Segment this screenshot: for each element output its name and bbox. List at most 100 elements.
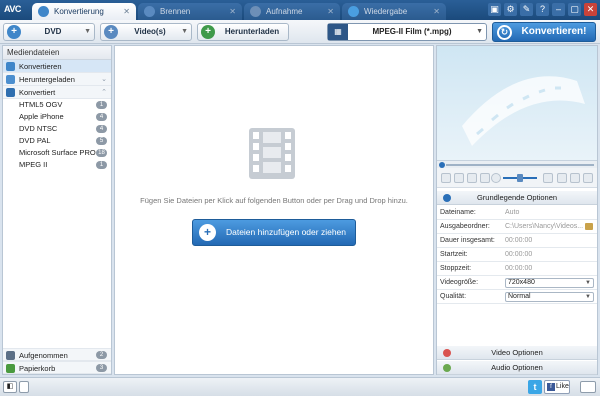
list-item[interactable]: HTML5 OGV 1 (3, 99, 111, 111)
prev-frame-icon[interactable] (467, 173, 477, 183)
maximize-icon[interactable]: ▢ (568, 3, 581, 16)
video-size-value: 720x480 (508, 279, 535, 286)
quality-select[interactable]: Normal ▼ (505, 292, 594, 302)
chevron-down-icon: ▼ (476, 28, 483, 35)
twitter-icon[interactable]: t (528, 380, 542, 394)
prop-video-size[interactable]: Videogröße: 720x480 ▼ (437, 276, 597, 290)
add-videos-button[interactable]: + Video(s) ▼ (100, 23, 192, 41)
help-icon[interactable]: ? (536, 3, 549, 16)
video-options-header[interactable]: Video Optionen (437, 346, 597, 360)
prop-label: Qualität: (440, 293, 467, 300)
effects-icon[interactable] (583, 173, 593, 183)
convert-button[interactable]: ↻ Konvertieren! (492, 22, 596, 42)
count-badge: 5 (96, 137, 107, 145)
playback-controls (437, 168, 597, 188)
film-reel-watermark-icon (462, 76, 585, 146)
preview-seekbar[interactable] (437, 160, 597, 168)
window-controls: ▣ ⚙ ✎? – ▢ ✕ (485, 3, 597, 17)
list-item[interactable]: DVD NTSC 4 (3, 123, 111, 135)
file-drop-area[interactable]: Fügen Sie Dateien per Klick auf folgende… (114, 45, 434, 375)
list-item[interactable]: DVD PAL 5 (3, 135, 111, 147)
count-badge: 4 (96, 125, 107, 133)
start-time-field[interactable]: 00:00:00 (505, 248, 594, 262)
close-tab-icon[interactable]: ✕ (327, 3, 334, 20)
camera-icon (6, 351, 15, 360)
audio-options-header[interactable]: Audio Optionen (437, 361, 597, 375)
list-item-label: DVD NTSC (19, 124, 58, 133)
media-sidebar: Mediendateien Konvertieren Heruntergelad… (2, 45, 112, 375)
snapshot-icon[interactable]: ▣ (488, 3, 501, 16)
stop-time-field[interactable]: 00:00:00 (505, 262, 594, 276)
properties-panel: Grundlegende Optionen Dateiname: Auto Au… (436, 45, 598, 375)
filename-field[interactable]: Auto (505, 206, 594, 220)
prop-filename[interactable]: Dateiname: Auto (437, 206, 597, 220)
download-button[interactable]: + Herunterladen (197, 23, 289, 41)
format-profile-icon: ▦ (328, 24, 348, 40)
tab-aufnahme[interactable]: Aufnahme ✕ (244, 3, 340, 20)
tab-brennen[interactable]: Brennen ✕ (138, 3, 242, 20)
add-dvd-label: DVD (44, 27, 62, 36)
close-tab-icon[interactable]: ✕ (229, 3, 236, 20)
folder-icon[interactable] (585, 223, 593, 230)
download-icon (6, 75, 15, 84)
tab-wiedergabe[interactable]: Wiedergabe ✕ (342, 3, 446, 20)
basic-options-header[interactable]: Grundlegende Optionen (437, 191, 597, 205)
output-folder-field[interactable]: C:\Users\Nancy\Videos... (505, 220, 583, 234)
converted-icon (6, 88, 15, 97)
play-icon[interactable] (441, 173, 451, 183)
snapshot-icon[interactable] (543, 173, 553, 183)
sidebar-item-label: Konvertieren (19, 62, 62, 71)
download-icon: + (201, 25, 215, 39)
prop-stop-time[interactable]: Stoppzeit: 00:00:00 (437, 262, 597, 276)
volume-icon[interactable] (491, 173, 501, 183)
close-icon[interactable]: ✕ (584, 3, 597, 16)
convert-icon (6, 62, 15, 71)
prop-label: Startzeit: (440, 251, 468, 258)
prop-quality[interactable]: Qualität: Normal ▼ (437, 290, 597, 304)
crop-icon[interactable] (570, 173, 580, 183)
volume-slider[interactable] (503, 174, 537, 182)
minimize-icon[interactable]: – (552, 3, 565, 16)
expand-icon[interactable] (19, 381, 29, 393)
sidebar-item-papierkorb[interactable]: Papierkorb 3 (3, 361, 111, 374)
message-icon[interactable] (580, 381, 596, 393)
chevron-down-icon[interactable]: ▼ (181, 24, 188, 40)
tab-konvertierung[interactable]: Konvertierung ✕ (32, 3, 136, 20)
prop-start-time[interactable]: Startzeit: 00:00:00 (437, 248, 597, 262)
video-size-select[interactable]: 720x480 ▼ (505, 278, 594, 288)
drop-hint: Fügen Sie Dateien per Klick auf folgende… (140, 196, 408, 205)
chevron-down-icon[interactable]: ▼ (84, 24, 91, 40)
play-icon (348, 6, 359, 17)
output-format-select[interactable]: ▦ MPEG-II Film (*.mpg) ▼ (327, 23, 487, 41)
settings-icon[interactable]: ⚙ (504, 3, 517, 16)
tools-icon[interactable]: ✎ (520, 3, 533, 16)
add-dvd-button[interactable]: + DVD ▼ (3, 23, 95, 41)
video-options-icon (443, 349, 451, 357)
convert-icon: ↻ (497, 25, 512, 40)
chevron-down-icon[interactable]: ⌄ (101, 73, 107, 86)
prop-output-folder[interactable]: Ausgabeordner: C:\Users\Nancy\Videos... (437, 220, 597, 234)
prop-label: Dauer insgesamt: (440, 237, 495, 244)
seek-track[interactable] (446, 164, 594, 166)
sidebar-item-heruntergeladen[interactable]: Heruntergeladen ⌄ (3, 73, 111, 86)
list-item[interactable]: Apple iPhone 4 (3, 111, 111, 123)
sidebar-item-aufgenommen[interactable]: Aufgenommen 2 (3, 348, 111, 361)
add-files-button[interactable]: + Dateien hinzufügen oder ziehen (192, 219, 356, 246)
chevron-down-icon: ▼ (585, 280, 591, 286)
sidebar-item-konvertiert[interactable]: Konvertiert ⌃ (3, 86, 111, 99)
chevron-down-icon: ▼ (585, 294, 591, 300)
folder-icon[interactable] (557, 173, 567, 183)
facebook-like-button[interactable]: f Like (544, 380, 570, 394)
volume-handle[interactable] (517, 174, 523, 182)
list-item[interactable]: MPEG II 1 (3, 159, 111, 171)
sidebar-toggle-icon[interactable]: ◧ (3, 381, 17, 393)
basic-options-label: Grundlegende Optionen (476, 193, 558, 202)
next-frame-icon[interactable] (480, 173, 490, 183)
close-tab-icon[interactable]: ✕ (433, 3, 440, 20)
close-tab-icon[interactable]: ✕ (123, 3, 130, 20)
sidebar-item-konvertieren[interactable]: Konvertieren (3, 60, 111, 73)
chevron-up-icon[interactable]: ⌃ (101, 86, 107, 99)
add-files-label: Dateien hinzufügen oder ziehen (225, 227, 347, 237)
stop-icon[interactable] (454, 173, 464, 183)
list-item[interactable]: Microsoft Surface PRO... 18 (3, 147, 111, 159)
